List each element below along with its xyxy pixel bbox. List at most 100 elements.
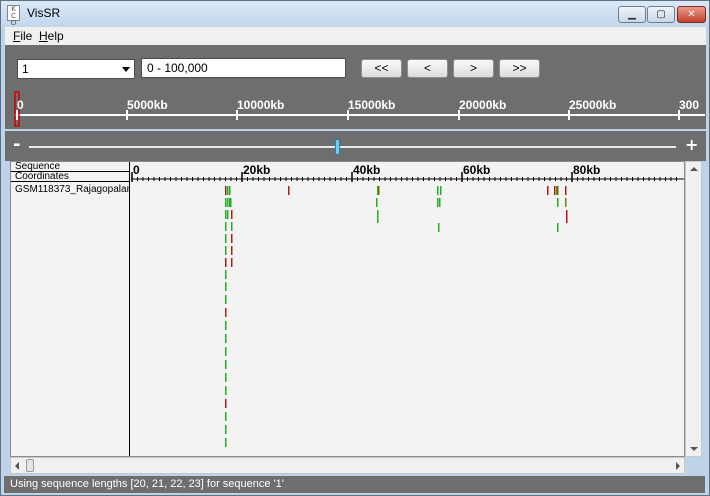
scroll-left-icon[interactable] (15, 462, 19, 470)
read-mark (225, 270, 227, 279)
menu-help[interactable]: Help (39, 29, 64, 43)
read-mark (225, 186, 227, 195)
read-mark (557, 186, 559, 195)
read-mark (225, 347, 227, 356)
overview-tick-label: 300 (679, 98, 699, 112)
track-area[interactable]: 0 20kb 40kb 60kb 80kb (131, 162, 684, 456)
range-input[interactable]: 0 - 100,000 (141, 58, 346, 78)
read-mark (557, 223, 559, 232)
label-panel: Sequence Coordinates GSM118373_Rajagopal… (11, 162, 130, 456)
app-icon: KCO (7, 5, 20, 27)
step-back-button[interactable]: < (407, 59, 448, 78)
overview-tick-label: 5000kb (127, 98, 168, 112)
zoom-bar: - + (5, 131, 706, 161)
read-mark (225, 425, 227, 434)
horizontal-scroll-thumb[interactable] (26, 459, 34, 472)
navigation-toolbar: 1 0 - 100,000 << < > >> (5, 45, 706, 88)
read-mark (438, 223, 440, 232)
read-mark (378, 186, 380, 195)
read-mark (227, 210, 229, 219)
step-forward-button[interactable]: > (453, 59, 494, 78)
jump-start-button[interactable]: << (361, 59, 402, 78)
read-mark (225, 295, 227, 304)
ruler-tick-label: 40kb (353, 163, 380, 177)
sequence-label: Sequence (11, 162, 129, 172)
zoom-out-button[interactable]: - (13, 136, 20, 154)
coordinates-label: Coordinates (11, 172, 129, 182)
read-mark (565, 198, 567, 207)
read-mark (231, 222, 233, 231)
read-mark (547, 186, 549, 195)
overview-tick-label: 15000kb (348, 98, 395, 112)
zoom-slider-track[interactable] (29, 146, 676, 148)
scroll-down-icon[interactable] (690, 447, 698, 451)
status-bar: Using sequence lengths [20, 21, 22, 23] … (4, 476, 705, 493)
read-mark (439, 198, 441, 207)
read-mark (231, 234, 233, 243)
read-mark (231, 258, 233, 267)
zoom-in-button[interactable]: + (685, 136, 698, 154)
horizontal-scrollbar[interactable] (10, 457, 685, 474)
chromosome-overview[interactable]: 0 5000kb 10000kb 15000kb 20000kb 25000kb 300 (5, 88, 706, 129)
sequence-dropdown[interactable]: 1 (17, 59, 135, 79)
read-mark (230, 198, 232, 207)
read-mark (225, 399, 227, 408)
read-alignment-view: 0 20kb 40kb 60kb 80kb (131, 163, 684, 447)
read-mark (440, 186, 442, 195)
overview-tick-label: 20000kb (459, 98, 506, 112)
read-mark (225, 258, 227, 267)
track-panel: Sequence Coordinates GSM118373_Rajagopal… (10, 161, 685, 457)
read-mark (231, 210, 233, 219)
menu-bar: File Help (5, 27, 706, 45)
overview-tick-label: 0 (17, 98, 24, 112)
read-mark (554, 186, 556, 195)
read-mark (437, 186, 439, 195)
read-mark (377, 210, 379, 223)
title-bar[interactable]: KCO VisSR ▁ ▢ ✕ (1, 1, 709, 27)
read-mark (231, 246, 233, 255)
read-mark (437, 198, 439, 207)
menu-file[interactable]: File (13, 29, 32, 43)
read-mark (557, 198, 559, 207)
sequence-dropdown-value: 1 (22, 62, 29, 76)
read-mark (225, 321, 227, 330)
read-mark (225, 222, 227, 231)
ruler-tick-label: 60kb (463, 163, 490, 177)
read-mark (225, 373, 227, 382)
read-mark (225, 412, 227, 421)
read-mark (229, 186, 231, 195)
chevron-down-icon (122, 67, 130, 72)
read-mark (225, 198, 227, 207)
zoom-slider-thumb[interactable] (334, 139, 340, 155)
read-mark (225, 246, 227, 255)
read-mark (227, 198, 229, 207)
read-mark (225, 210, 227, 219)
scroll-right-icon[interactable] (676, 462, 680, 470)
read-mark (225, 334, 227, 343)
ruler-tick-label: 20kb (243, 163, 270, 177)
read-mark (225, 386, 227, 395)
ruler-tick-label: 0 (133, 163, 140, 177)
read-mark (376, 198, 378, 207)
overview-tick-label: 25000kb (569, 98, 616, 112)
read-mark (288, 186, 290, 195)
overview-ruler: 0 5000kb 10000kb 15000kb 20000kb 25000kb 300 (14, 91, 705, 127)
read-mark (225, 282, 227, 291)
read-mark (565, 186, 567, 195)
read-mark (225, 308, 227, 317)
read-mark (225, 360, 227, 369)
close-button[interactable]: ✕ (677, 6, 706, 23)
overview-tick-label: 10000kb (237, 98, 284, 112)
read-mark (227, 186, 229, 195)
ruler-tick-label: 80kb (573, 163, 600, 177)
vertical-scrollbar[interactable] (685, 161, 702, 457)
read-mark (225, 438, 227, 447)
window-title: VisSR (27, 6, 61, 20)
read-mark (225, 234, 227, 243)
maximize-button[interactable]: ▢ (647, 6, 675, 23)
jump-end-button[interactable]: >> (499, 59, 540, 78)
minimize-button[interactable]: ▁ (618, 6, 646, 23)
scroll-up-icon[interactable] (690, 167, 698, 171)
read-mark (566, 210, 568, 223)
track-label: GSM118373_Rajagopalan (15, 184, 129, 195)
